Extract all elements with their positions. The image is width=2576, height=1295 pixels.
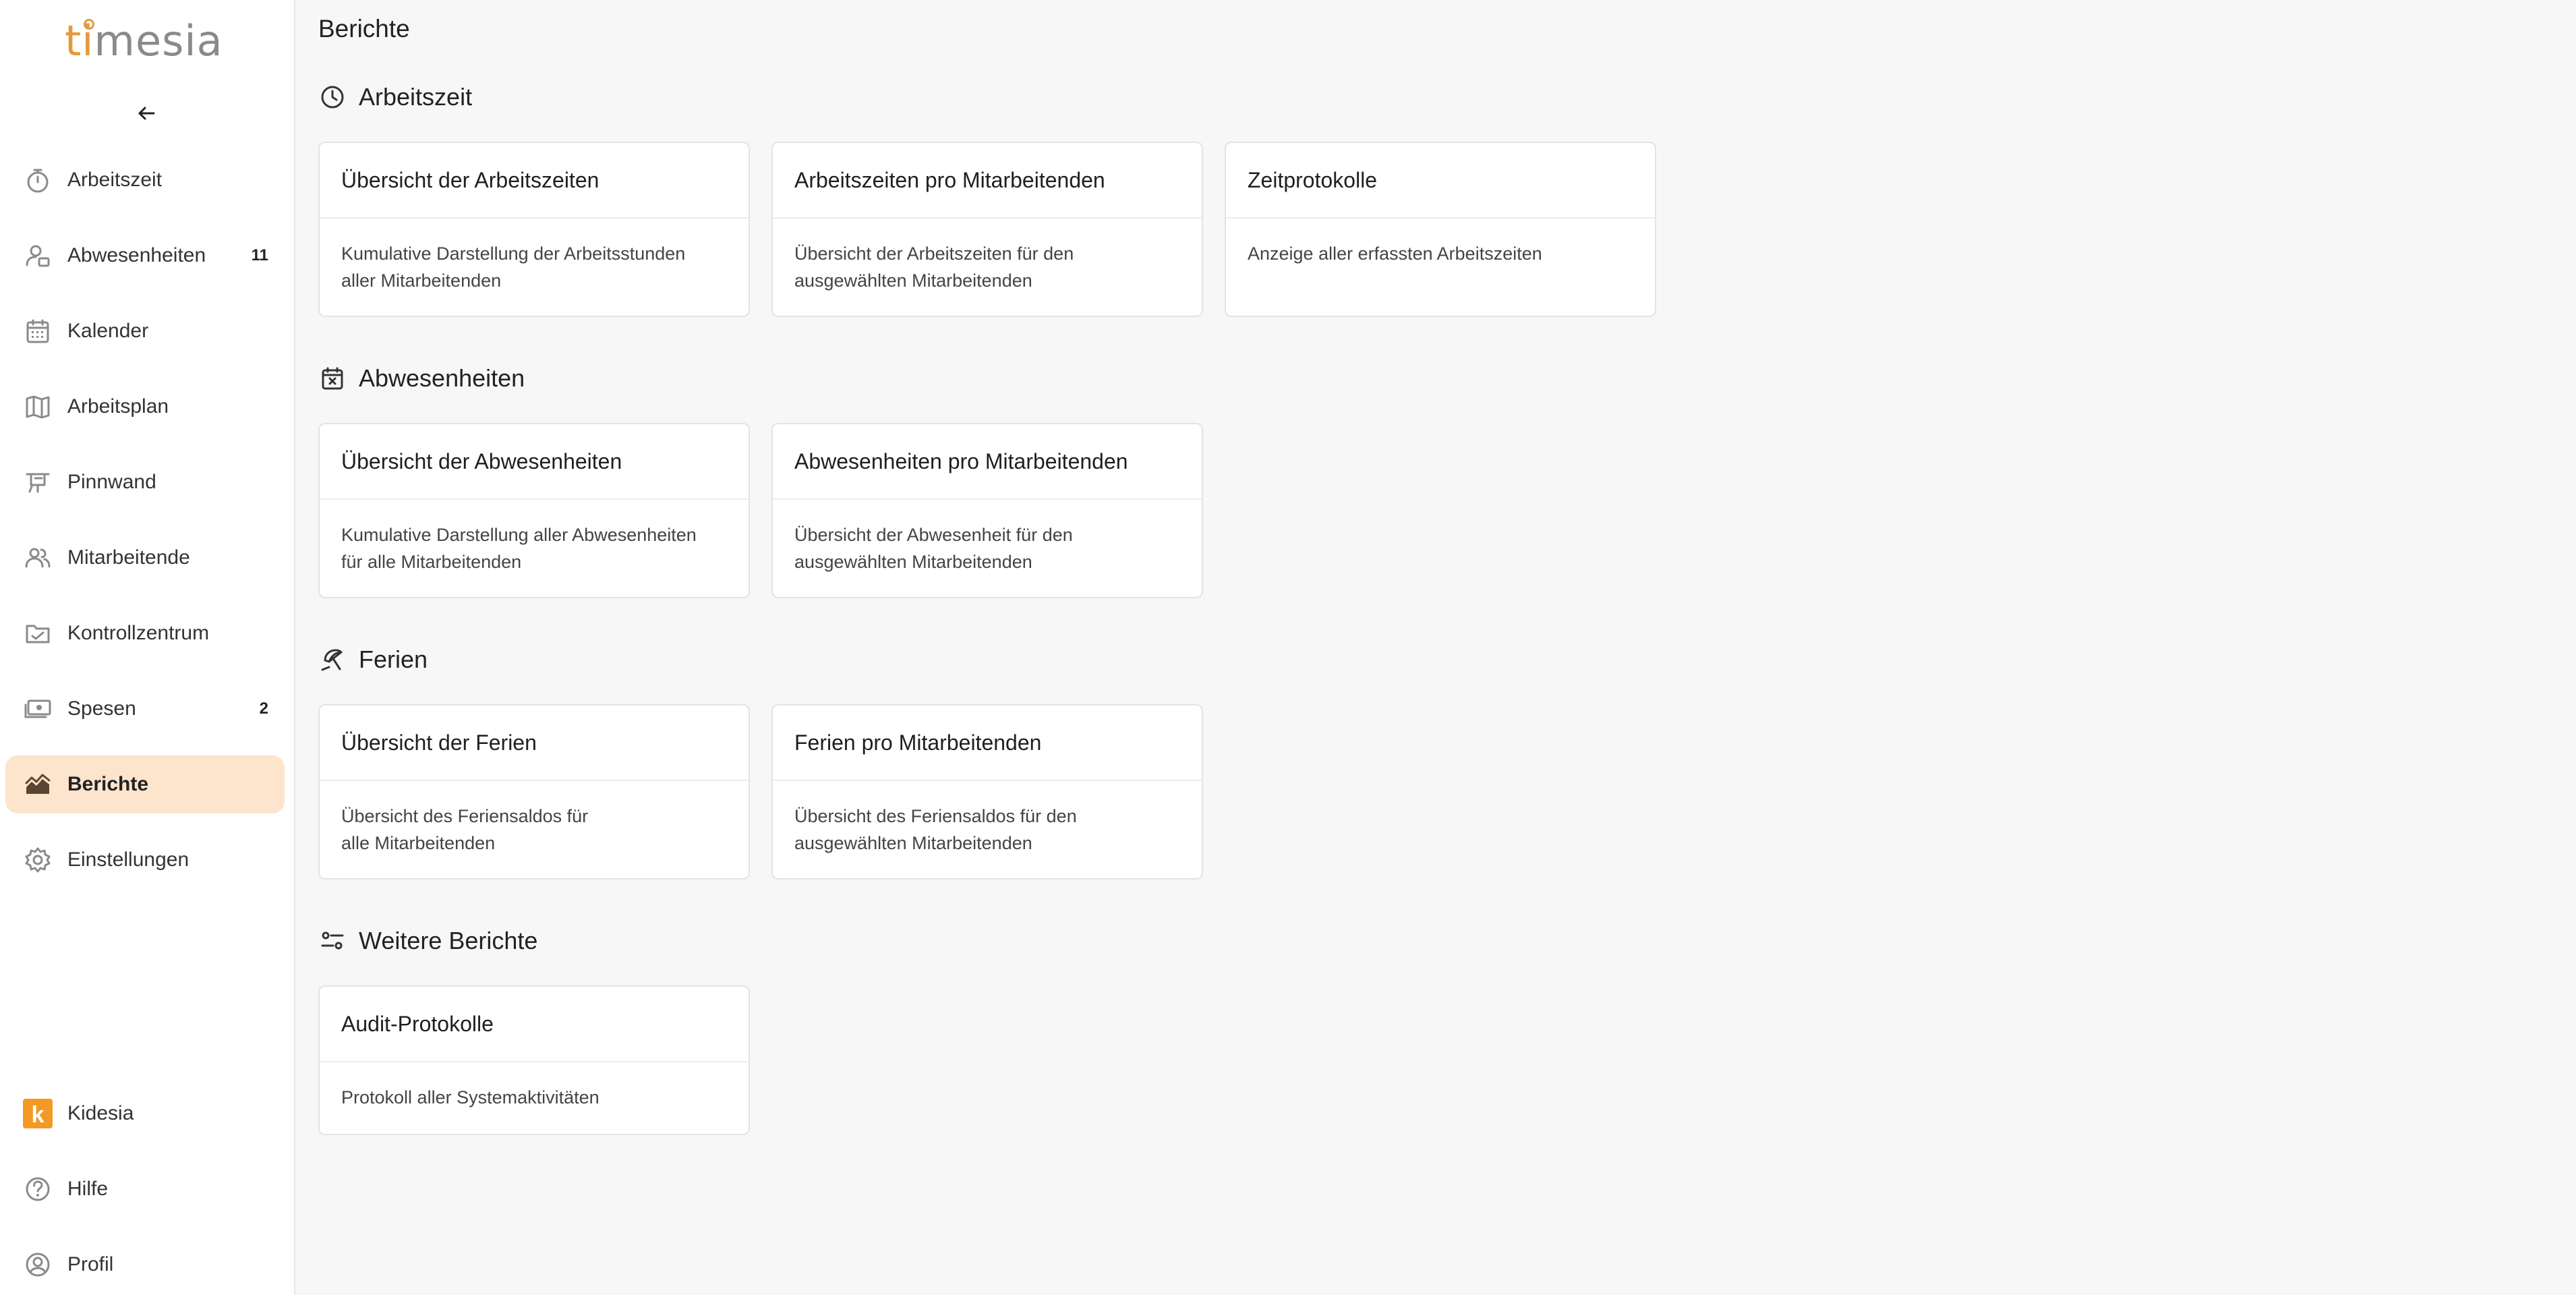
card-title: Ferien pro Mitarbeitenden	[773, 706, 1202, 781]
card-title: Audit-Protokolle	[320, 987, 749, 1062]
sidebar-item-label: Hilfe	[67, 1178, 109, 1200]
kidesia-logo-icon: k	[22, 1097, 54, 1130]
report-card-uebersicht-abwesenheiten[interactable]: Übersicht der Abwesenheiten Kumulative D…	[318, 423, 750, 598]
sidebar-item-label: Kalender	[67, 320, 149, 342]
report-card-uebersicht-ferien[interactable]: Übersicht der Ferien Übersicht des Ferie…	[318, 704, 750, 880]
sidebar-item-label: Einstellungen	[67, 848, 189, 871]
report-chart-icon	[22, 768, 54, 801]
card-title: Übersicht der Arbeitszeiten	[320, 143, 749, 219]
sidebar-item-arbeitsplan[interactable]: Arbeitsplan	[5, 378, 285, 436]
logo-dot	[84, 19, 94, 30]
beach-umbrella-icon	[318, 645, 347, 674]
card-title: Arbeitszeiten pro Mitarbeitenden	[773, 143, 1202, 219]
card-title: Abwesenheiten pro Mitarbeitenden	[773, 424, 1202, 500]
sidebar-item-label: Berichte	[67, 773, 149, 795]
logo-text-mesia: mesia	[94, 16, 223, 65]
clock-icon	[318, 83, 347, 111]
stopwatch-icon	[22, 164, 54, 196]
section-title: Abwesenheiten	[359, 364, 525, 392]
sliders-icon	[318, 927, 347, 955]
user-circle-icon	[22, 1248, 54, 1281]
report-card-uebersicht-arbeitszeiten[interactable]: Übersicht der Arbeitszeiten Kumulative D…	[318, 142, 750, 317]
sidebar-item-label: Mitarbeitende	[67, 546, 190, 569]
card-description: Übersicht des Feriensaldos für alle Mita…	[341, 806, 589, 853]
main-content: Berichte Arbeitszeit Übersicht der Arbei…	[295, 0, 2576, 1295]
folder-check-icon	[22, 617, 54, 650]
report-card-abwesenheiten-pro-mitarbeitenden[interactable]: Abwesenheiten pro Mitarbeitenden Übersic…	[771, 423, 1203, 598]
card-title: Übersicht der Abwesenheiten	[320, 424, 749, 500]
sidebar-item-label: Abwesenheiten	[67, 244, 206, 266]
sidebar-item-berichte[interactable]: Berichte	[5, 755, 285, 813]
card-description: Übersicht des Feriensaldos für den ausge…	[794, 806, 1077, 853]
money-icon	[22, 693, 54, 725]
collapse-sidebar-button[interactable]	[128, 100, 165, 127]
section-header-arbeitszeit: Arbeitszeit	[318, 80, 472, 114]
sidebar-item-pinnwand[interactable]: Pinnwand	[5, 453, 285, 511]
sidebar-item-kontrollzentrum[interactable]: Kontrollzentrum	[5, 604, 285, 662]
sidebar-item-spesen[interactable]: Spesen 2	[5, 680, 285, 738]
card-description: Übersicht der Abwesenheit für den ausgew…	[794, 525, 1073, 572]
section-title: Ferien	[359, 645, 428, 673]
section-header-weitere-berichte: Weitere Berichte	[318, 924, 537, 958]
card-description: Kumulative Darstellung der Arbeitsstunde…	[341, 243, 686, 291]
report-card-audit-protokolle[interactable]: Audit-Protokolle Protokoll aller Systema…	[318, 985, 750, 1135]
page-title: Berichte	[318, 15, 410, 42]
sidebar-item-hilfe[interactable]: Hilfe	[5, 1160, 285, 1218]
sidebar-item-kalender[interactable]: Kalender	[5, 302, 285, 360]
report-card-zeitprotokolle[interactable]: Zeitprotokolle Anzeige aller erfassten A…	[1225, 142, 1656, 317]
timesia-logo[interactable]: timesia	[65, 16, 227, 67]
expenses-count-badge: 2	[259, 699, 268, 718]
card-title: Zeitprotokolle	[1226, 143, 1655, 219]
sidebar-item-mitarbeitende[interactable]: Mitarbeitende	[5, 529, 285, 587]
card-description: Übersicht der Arbeitszeiten für den ausg…	[794, 243, 1074, 291]
sidebar-item-label: Arbeitsplan	[67, 395, 169, 418]
arrow-left-icon	[138, 106, 155, 121]
sidebar: timesia Arbeitszeit Abwesenheiten 11 Kal…	[0, 0, 295, 1295]
help-circle-icon	[22, 1173, 54, 1205]
absence-count-badge: 11	[251, 246, 268, 264]
sidebar-item-label: Kontrollzentrum	[67, 622, 210, 644]
map-icon	[22, 391, 54, 423]
gear-icon	[22, 844, 54, 876]
sidebar-item-label: Profil	[67, 1253, 114, 1275]
sidebar-item-label: Arbeitszeit	[67, 169, 163, 191]
sidebar-item-abwesenheiten[interactable]: Abwesenheiten 11	[5, 227, 285, 285]
card-description: Kumulative Darstellung aller Abwesenheit…	[341, 525, 697, 572]
kidesia-logo-letter: k	[32, 1102, 45, 1128]
sidebar-item-arbeitszeit[interactable]: Arbeitszeit	[5, 151, 285, 209]
report-card-ferien-pro-mitarbeitenden[interactable]: Ferien pro Mitarbeitenden Übersicht des …	[771, 704, 1203, 880]
sidebar-item-einstellungen[interactable]: Einstellungen	[5, 831, 285, 889]
sidebar-item-kidesia[interactable]: k Kidesia	[5, 1085, 285, 1143]
calendar-icon	[22, 315, 54, 347]
app-root: timesia Arbeitszeit Abwesenheiten 11 Kal…	[0, 0, 2576, 1295]
user-absence-icon	[22, 239, 54, 272]
sidebar-item-label: Spesen	[67, 697, 136, 720]
card-description: Protokoll aller Systemaktivitäten	[341, 1087, 599, 1107]
report-card-arbeitszeiten-pro-mitarbeitenden[interactable]: Arbeitszeiten pro Mitarbeitenden Übersic…	[771, 142, 1203, 317]
users-icon	[22, 542, 54, 574]
calendar-x-icon	[318, 364, 347, 393]
sidebar-item-label: Pinnwand	[67, 471, 156, 493]
card-title: Übersicht der Ferien	[320, 706, 749, 781]
section-title: Weitere Berichte	[359, 927, 538, 954]
section-header-ferien: Ferien	[318, 643, 428, 677]
sidebar-item-label: Kidesia	[67, 1102, 134, 1124]
section-title: Arbeitszeit	[359, 83, 473, 111]
sidebar-item-profil[interactable]: Profil	[5, 1236, 285, 1294]
card-description: Anzeige aller erfassten Arbeitszeiten	[1248, 243, 1542, 264]
pin-board-icon	[22, 466, 54, 498]
section-header-abwesenheiten: Abwesenheiten	[318, 362, 525, 395]
